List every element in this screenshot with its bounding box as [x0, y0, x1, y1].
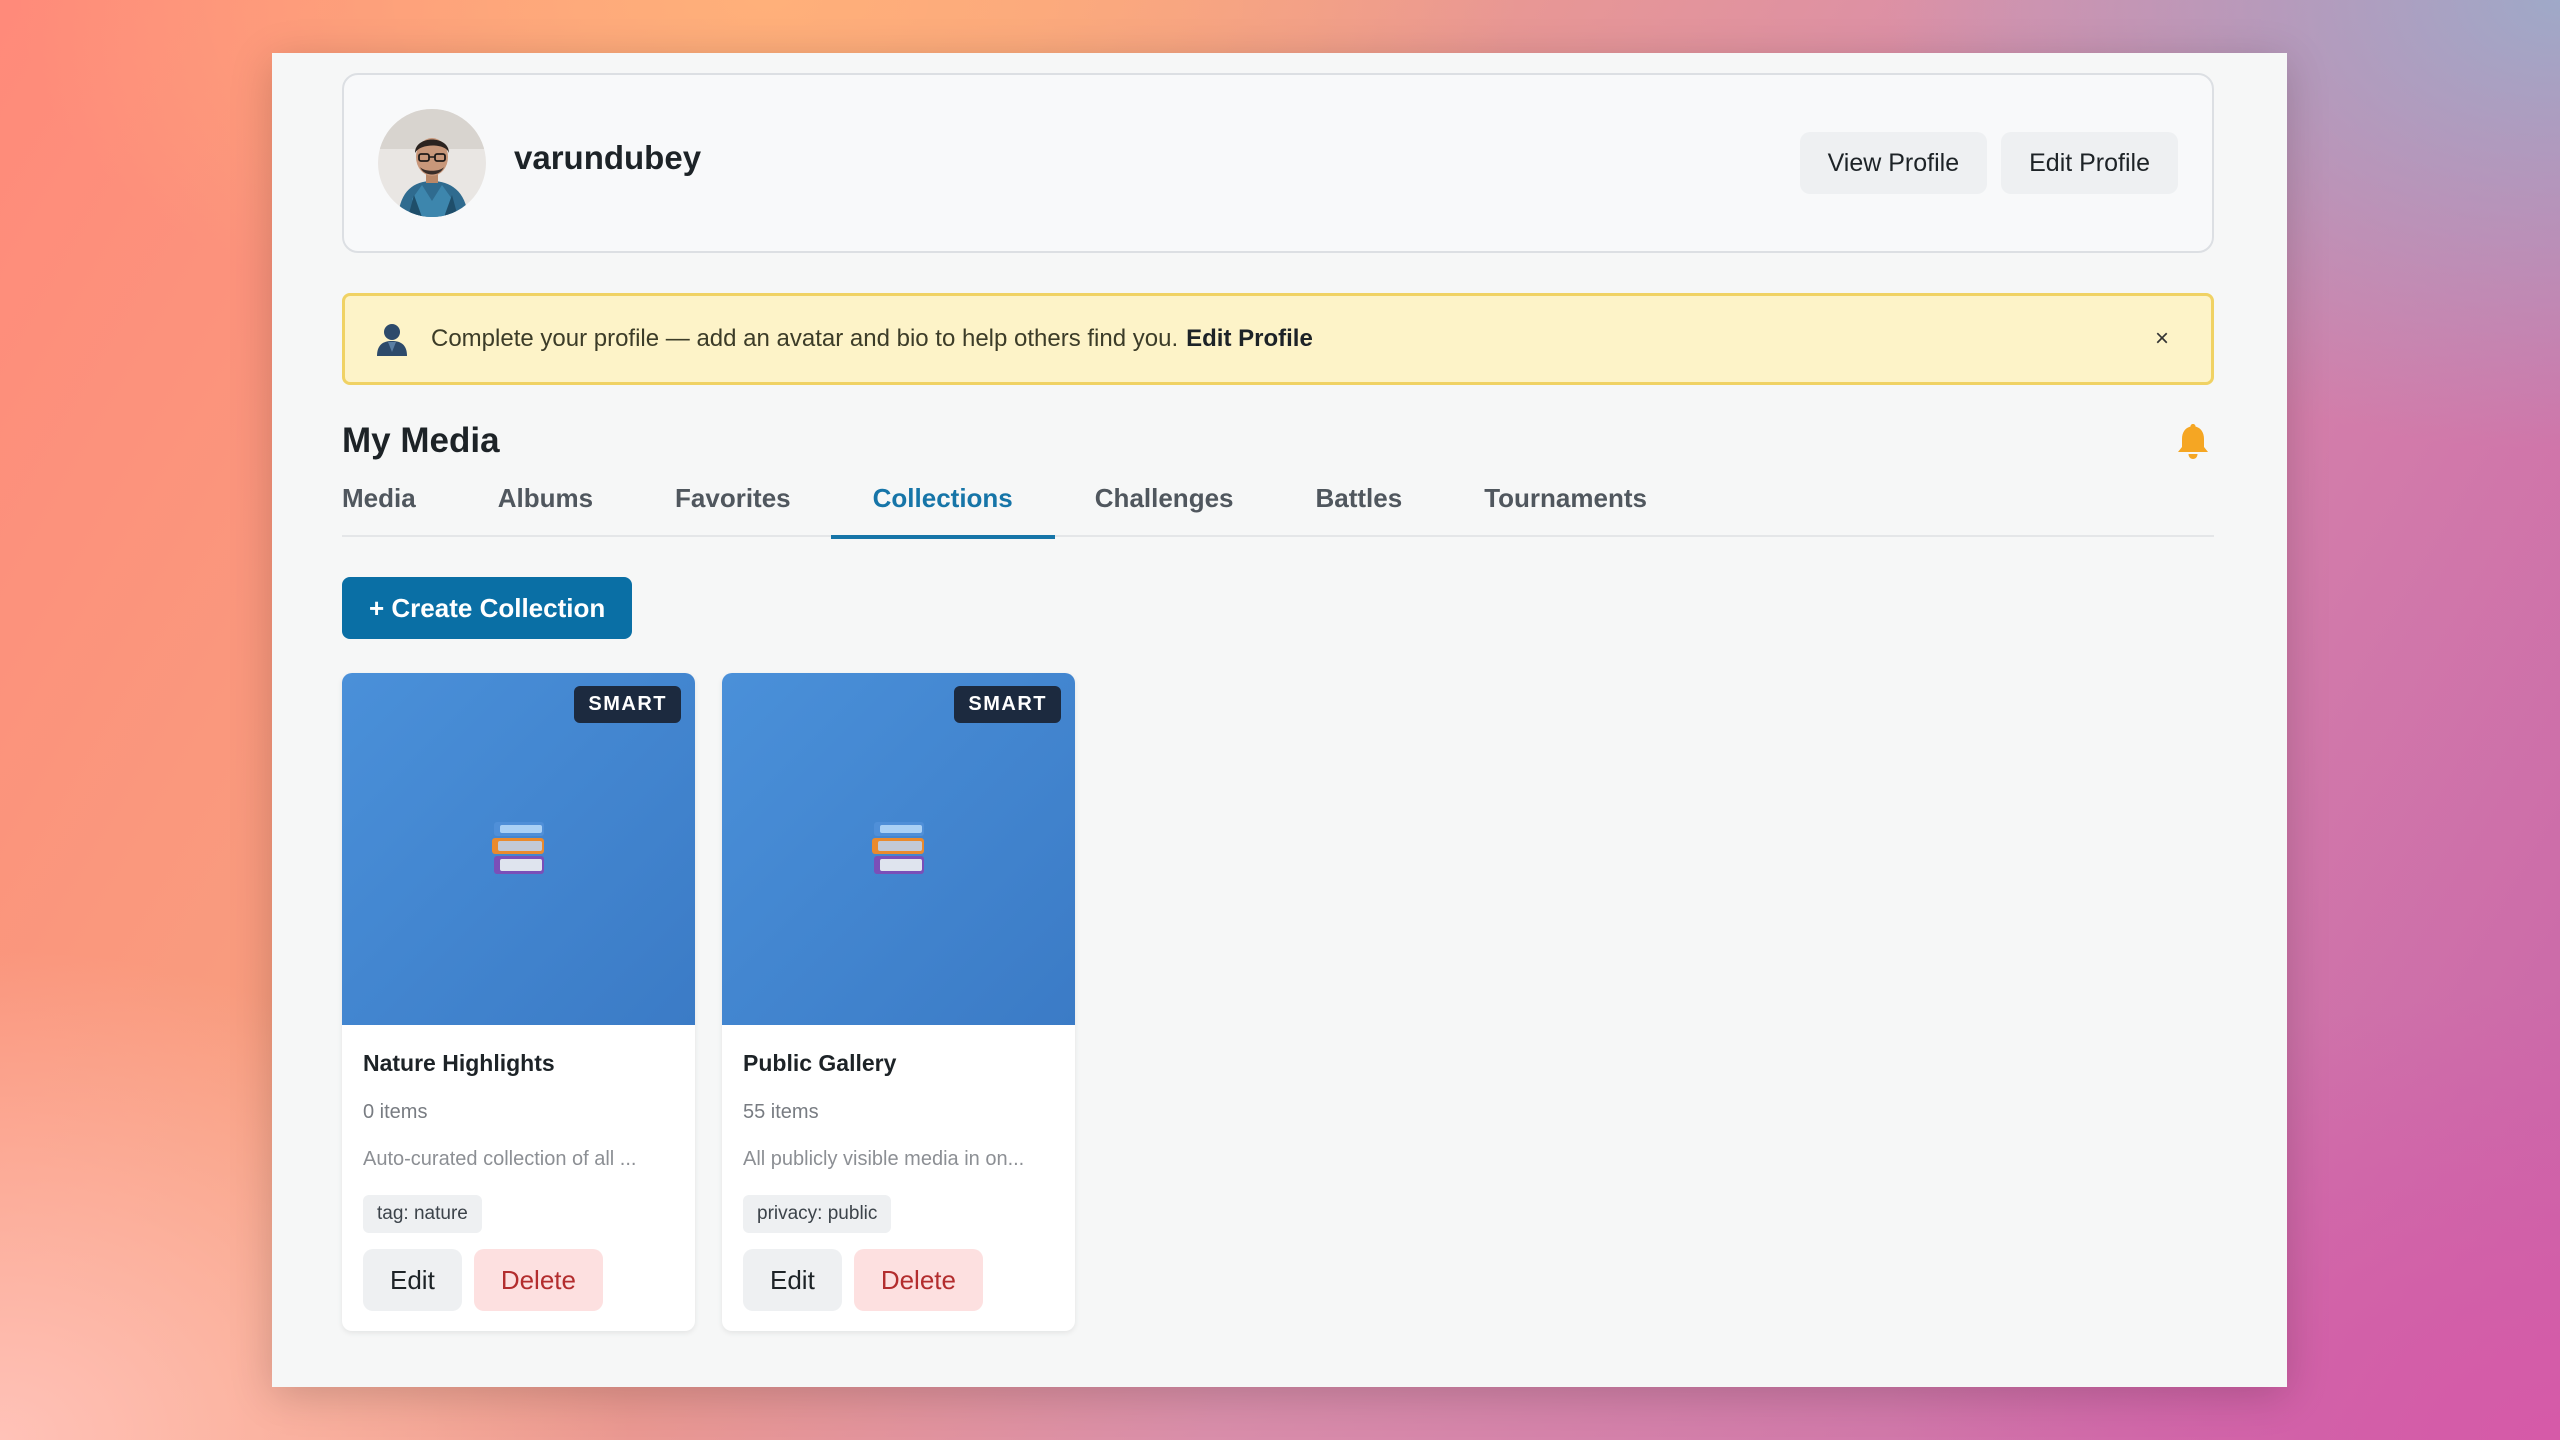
- delete-collection-button[interactable]: Delete: [473, 1249, 603, 1311]
- collection-title: Nature Highlights: [363, 1050, 555, 1076]
- profile-completion-notice: Complete your profile — add an avatar an…: [342, 293, 2214, 385]
- app-window: varundubey View Profile Edit Profile Com…: [272, 53, 2287, 1387]
- collection-item-count: 55 items: [743, 1101, 819, 1123]
- smart-badge: SMART: [574, 686, 681, 723]
- collection-description: All publicly visible media in on...: [743, 1148, 1025, 1170]
- notice-edit-profile-link[interactable]: Edit Profile: [1186, 325, 1313, 353]
- main-content: varundubey View Profile Edit Profile Com…: [342, 73, 2214, 1331]
- delete-collection-button[interactable]: Delete: [853, 1249, 983, 1311]
- collections-grid: SMART Nature Highlights 0 items Auto-cur…: [342, 673, 2214, 1331]
- collection-rule-tag: privacy: public: [743, 1195, 892, 1233]
- create-collection-button[interactable]: + Create Collection: [342, 577, 633, 639]
- close-icon[interactable]: ×: [2155, 325, 2169, 353]
- tab-collections[interactable]: Collections: [830, 483, 1055, 539]
- tab-favorites[interactable]: Favorites: [675, 483, 791, 537]
- collection-description: Auto-curated collection of all ...: [363, 1148, 637, 1170]
- edit-profile-button[interactable]: Edit Profile: [2001, 132, 2178, 194]
- tab-challenges[interactable]: Challenges: [1095, 483, 1234, 537]
- smart-badge: SMART: [954, 686, 1061, 723]
- media-header: My Media: [342, 421, 2214, 461]
- collection-cover[interactable]: SMART: [342, 673, 695, 1025]
- avatar-image: [378, 109, 486, 217]
- profile-card: varundubey View Profile Edit Profile: [342, 73, 2214, 253]
- notice-text: Complete your profile — add an avatar an…: [431, 325, 1179, 352]
- edit-collection-button[interactable]: Edit: [363, 1249, 462, 1311]
- collection-item-count: 0 items: [363, 1101, 428, 1123]
- bell-icon[interactable]: [2176, 422, 2210, 460]
- books-icon: [871, 822, 924, 874]
- tab-media[interactable]: Media: [342, 483, 416, 537]
- collection-body: Nature Highlights 0 items Auto-curated c…: [342, 1025, 695, 1311]
- page-title: My Media: [342, 421, 500, 460]
- collection-actions: Edit Delete: [743, 1249, 1054, 1311]
- media-tabs: Media Albums Favorites Collections Chall…: [342, 483, 2214, 539]
- user-icon: [377, 324, 407, 356]
- collection-cover[interactable]: SMART: [722, 673, 1075, 1025]
- edit-collection-button[interactable]: Edit: [743, 1249, 842, 1311]
- tab-tournaments[interactable]: Tournaments: [1484, 483, 1647, 537]
- profile-actions: View Profile Edit Profile: [1799, 132, 2178, 194]
- collection-card[interactable]: SMART Public Gallery 55 items All public…: [722, 673, 1075, 1331]
- tab-albums[interactable]: Albums: [498, 483, 593, 537]
- collection-title: Public Gallery: [743, 1050, 897, 1076]
- collection-rule-tag: tag: nature: [363, 1195, 482, 1233]
- username: varundubey: [514, 139, 702, 176]
- collection-body: Public Gallery 55 items All publicly vis…: [722, 1025, 1075, 1311]
- collection-actions: Edit Delete: [363, 1249, 674, 1311]
- collection-card[interactable]: SMART Nature Highlights 0 items Auto-cur…: [342, 673, 695, 1331]
- avatar[interactable]: [378, 109, 486, 217]
- view-profile-button[interactable]: View Profile: [1799, 132, 1988, 194]
- books-icon: [491, 822, 544, 874]
- tab-battles[interactable]: Battles: [1316, 483, 1403, 537]
